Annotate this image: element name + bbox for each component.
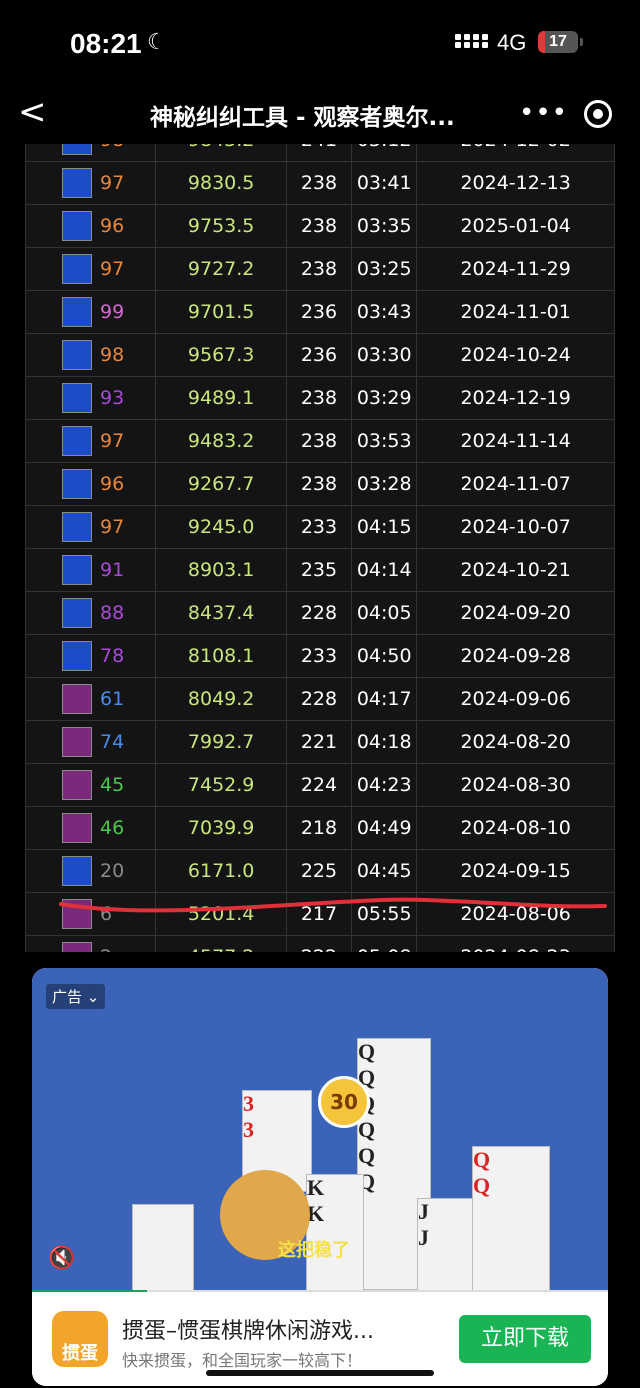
back-icon[interactable]: <	[18, 92, 47, 132]
page-title: 神秘纠纠工具 - 观察者奥尔...	[150, 105, 455, 131]
app-title[interactable]: 掼蛋–惯蛋棋牌休闲游戏...	[122, 1313, 422, 1345]
ad-badge-label: 广告	[52, 988, 83, 1006]
video-progress	[32, 1290, 608, 1292]
home-indicator[interactable]	[206, 1370, 434, 1376]
ad-badge[interactable]: 广告 ⌄	[46, 984, 106, 1009]
app-subtitle: 快来掼蛋，和全国玩家一较高下！	[122, 1351, 363, 1370]
more-dots-icon[interactable]: •••	[519, 98, 568, 128]
playing-card: JJ	[417, 1198, 479, 1292]
target-icon[interactable]	[584, 100, 612, 128]
status-time: 08:21	[70, 28, 142, 59]
battery-tip	[580, 38, 583, 46]
video-caption: 这把稳了	[278, 1240, 350, 1261]
playing-card	[132, 1204, 194, 1292]
playing-card: KK	[306, 1174, 364, 1292]
download-button[interactable]: 立即下载	[459, 1315, 591, 1363]
signal-icon	[455, 34, 489, 54]
ad-video[interactable]: 广告 ⌄ 33 QQQQQQ KK JJ QQ 30 这把稳了 🔇	[32, 968, 608, 1292]
battery-level: 17	[549, 33, 567, 50]
moon-icon: ☾	[147, 30, 167, 55]
ranking-table: 989843.224103:122024-12-02979830.523803:…	[25, 144, 615, 952]
video-progress-fill	[32, 1290, 148, 1292]
app-icon[interactable]: 掼蛋	[52, 1311, 108, 1367]
nav-bar: < 神秘纠纠工具 - 观察者奥尔... •••	[0, 86, 640, 144]
playing-card: QQ	[472, 1146, 550, 1292]
battery-icon: 17	[538, 31, 578, 53]
app-icon-text: 掼蛋	[62, 1343, 98, 1364]
red-underline-mark	[59, 897, 607, 913]
mute-icon[interactable]: 🔇	[48, 1246, 78, 1272]
ad-card[interactable]: 广告 ⌄ 33 QQQQQQ KK JJ QQ 30 这把稳了 🔇 掼蛋 掼蛋–…	[32, 968, 608, 1386]
timer-badge: 30	[318, 1076, 370, 1128]
status-bar: 08:21 ☾ 4G 17	[0, 0, 640, 86]
network-type: 4G	[497, 30, 527, 55]
